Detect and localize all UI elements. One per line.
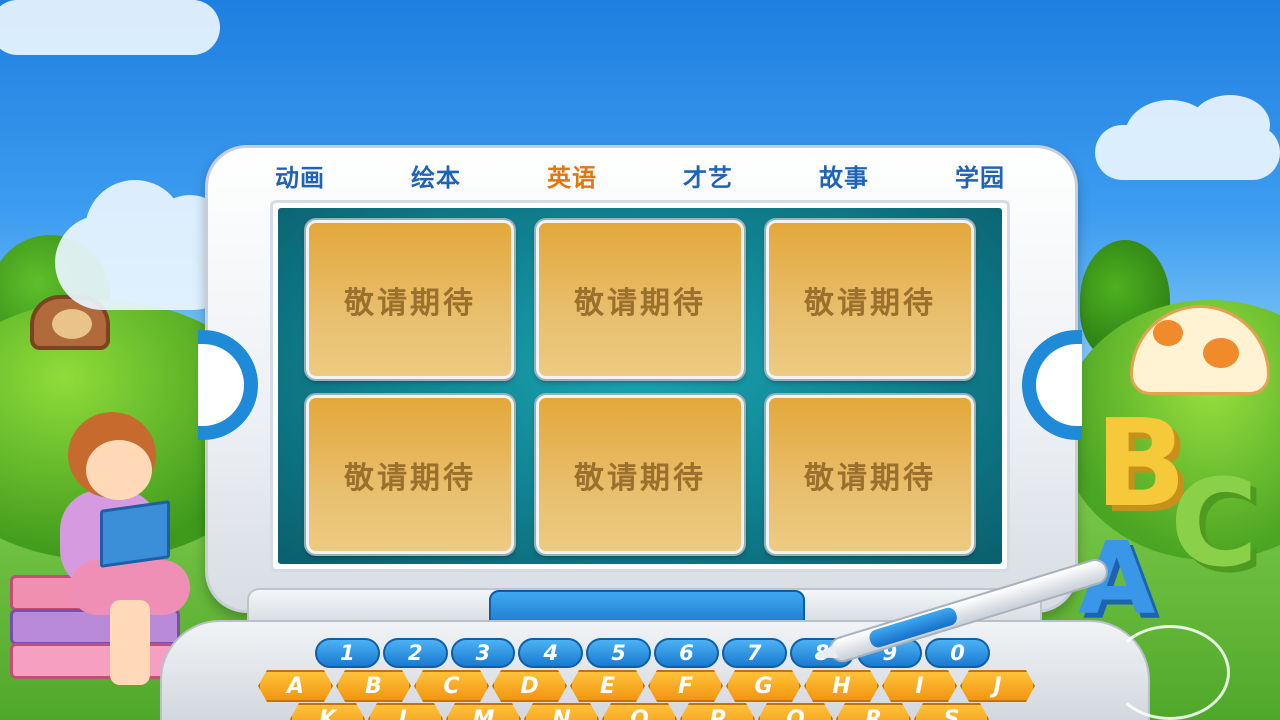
letter-key-row: K L M N O P Q R S	[290, 703, 1020, 720]
screen-content: 敬请期待 敬请期待 敬请期待 敬请期待 敬请期待 敬请期待	[278, 208, 1002, 564]
content-grid: 敬请期待 敬请期待 敬请期待 敬请期待 敬请期待 敬请期待	[306, 220, 978, 556]
tab-stories[interactable]: 故事	[819, 156, 869, 200]
key-0[interactable]: 0	[925, 638, 990, 668]
tile-label: 敬请期待	[344, 460, 476, 496]
key-b[interactable]: B	[336, 670, 411, 702]
key-s[interactable]: S	[914, 703, 989, 720]
key-3[interactable]: 3	[450, 638, 516, 668]
tab-animation[interactable]: 动画	[275, 156, 325, 200]
tab-school[interactable]: 学园	[955, 156, 1005, 200]
key-1[interactable]: 1	[315, 638, 380, 668]
key-e[interactable]: E	[570, 670, 645, 702]
key-4[interactable]: 4	[518, 638, 584, 668]
coming-soon-tile[interactable]: 敬请期待	[306, 220, 514, 379]
key-a[interactable]: A	[258, 670, 333, 702]
key-6[interactable]: 6	[653, 638, 719, 668]
key-q[interactable]: Q	[758, 703, 833, 720]
key-7[interactable]: 7	[721, 638, 787, 668]
tab-english[interactable]: 英语	[547, 156, 597, 200]
coming-soon-tile[interactable]: 敬请期待	[766, 395, 974, 554]
letter-key-row: A B C D E F G H I J	[258, 670, 1038, 702]
key-o[interactable]: O	[602, 703, 677, 720]
key-j[interactable]: J	[960, 670, 1035, 702]
key-d[interactable]: D	[492, 670, 567, 702]
tab-picture-books[interactable]: 绘本	[411, 156, 461, 200]
key-m[interactable]: M	[446, 703, 521, 720]
key-n[interactable]: N	[524, 703, 599, 720]
tile-label: 敬请期待	[804, 460, 936, 496]
key-r[interactable]: R	[836, 703, 911, 720]
laptop-screen: 敬请期待 敬请期待 敬请期待 敬请期待 敬请期待 敬请期待	[270, 200, 1010, 572]
cloud	[0, 0, 220, 55]
key-p[interactable]: P	[680, 703, 755, 720]
tab-talent[interactable]: 才艺	[683, 156, 733, 200]
key-l[interactable]: L	[368, 703, 443, 720]
girl-face	[86, 440, 152, 500]
tile-label: 敬请期待	[344, 285, 476, 321]
key-f[interactable]: F	[648, 670, 723, 702]
tile-label: 敬请期待	[804, 285, 936, 321]
key-c[interactable]: C	[414, 670, 489, 702]
coming-soon-tile[interactable]: 敬请期待	[306, 395, 514, 554]
girl-legs	[110, 600, 150, 685]
category-tabs: 动画 绘本 英语 才艺 故事 学园	[240, 156, 1040, 200]
key-5[interactable]: 5	[586, 638, 651, 668]
tile-label: 敬请期待	[574, 460, 706, 496]
key-2[interactable]: 2	[382, 638, 448, 668]
coming-soon-tile[interactable]: 敬请期待	[536, 220, 744, 379]
key-i[interactable]: I	[882, 670, 957, 702]
pen-cord	[1110, 625, 1230, 720]
key-k[interactable]: K	[290, 703, 365, 720]
coming-soon-tile[interactable]: 敬请期待	[536, 395, 744, 554]
key-h[interactable]: H	[804, 670, 879, 702]
letter-block-c: C	[1170, 455, 1259, 594]
coming-soon-tile[interactable]: 敬请期待	[766, 220, 974, 379]
tile-label: 敬请期待	[574, 285, 706, 321]
girl-book	[100, 500, 170, 568]
cloud	[1095, 95, 1280, 180]
key-g[interactable]: G	[726, 670, 801, 702]
